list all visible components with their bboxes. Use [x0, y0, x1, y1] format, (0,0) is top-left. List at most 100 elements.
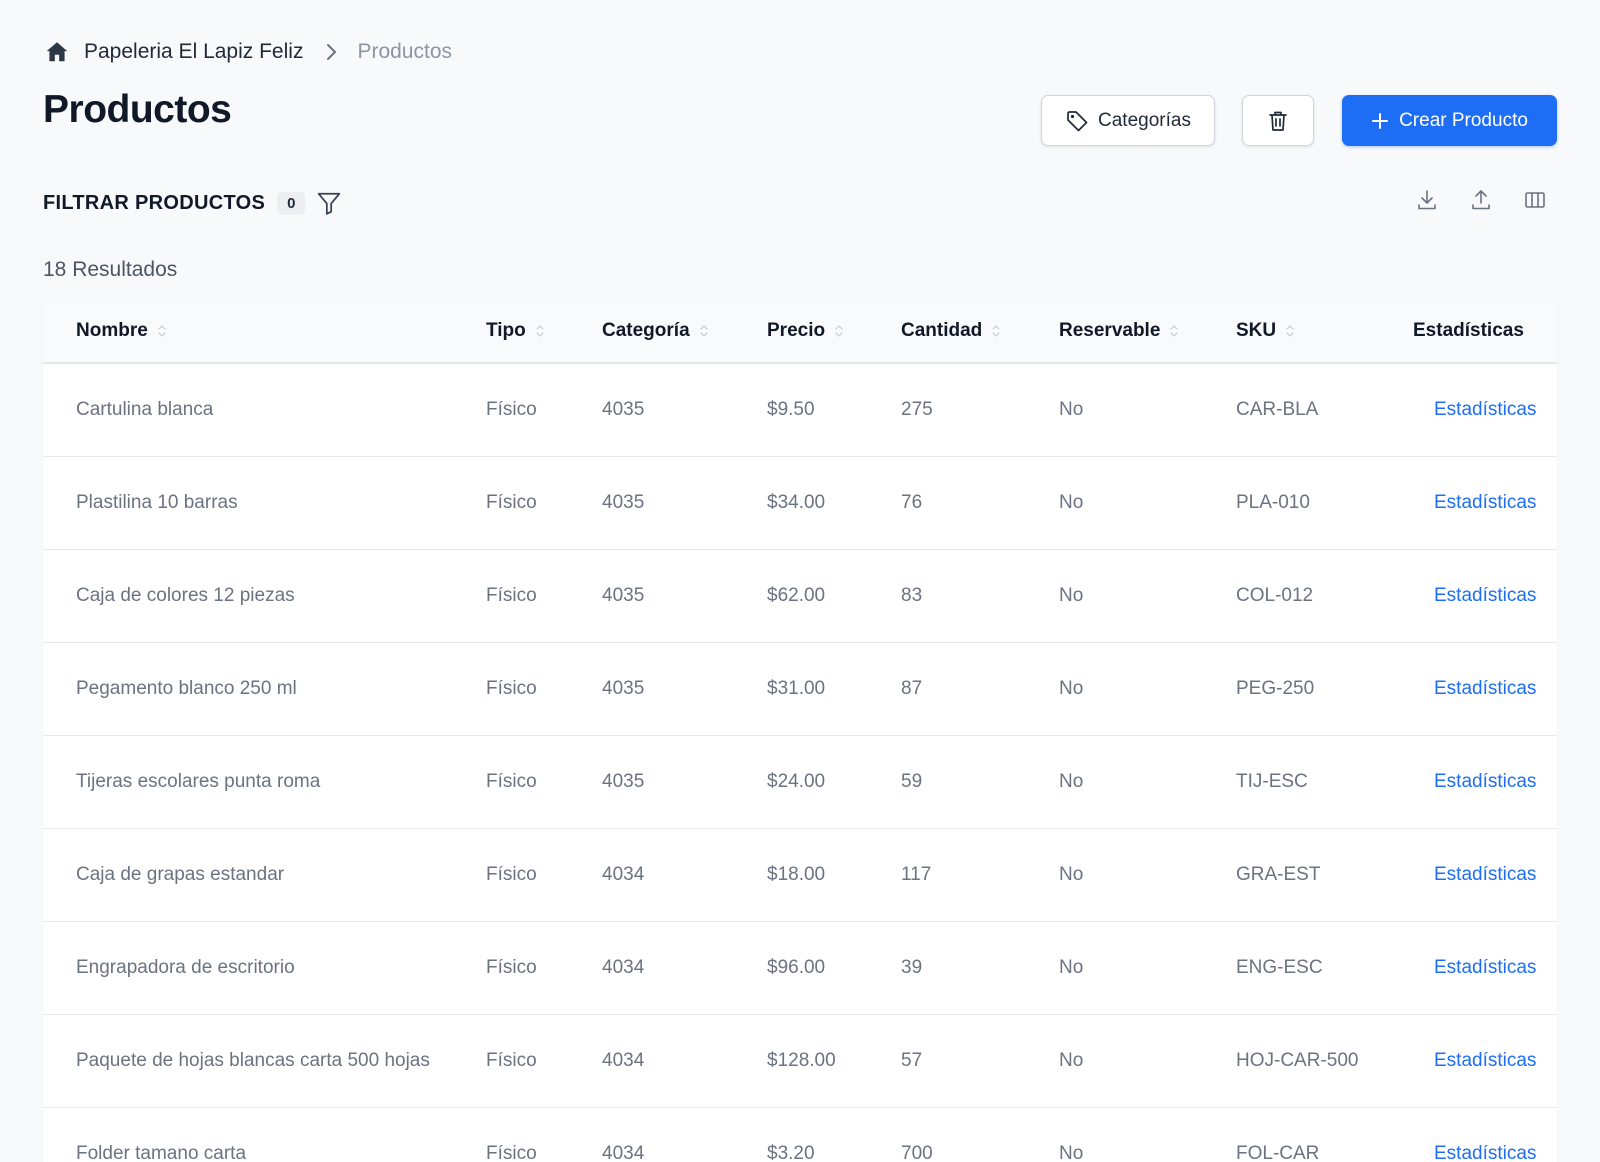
cell-categoria: 4034 [602, 1142, 645, 1162]
cell-sku: HOJ-CAR-500 [1236, 1049, 1359, 1071]
column-header-cantidad[interactable]: Cantidad [901, 300, 1059, 363]
stats-link[interactable]: Estadísticas [1413, 1014, 1557, 1107]
cell-nombre: Engrapadora de escritorio [76, 956, 295, 978]
cell-cantidad: 87 [901, 677, 923, 699]
cell-tipo: Físico [486, 398, 537, 420]
cell-cantidad: 57 [901, 1049, 923, 1071]
cell-reservable: No [1059, 863, 1084, 885]
cell-sku: CAR-BLA [1236, 398, 1319, 420]
filter-title[interactable]: FILTRAR PRODUCTOS [43, 192, 265, 215]
cell-categoria: 4035 [602, 398, 645, 420]
cell-precio: $128.00 [767, 1049, 836, 1071]
cell-nombre: Caja de colores 12 piezas [76, 584, 295, 606]
trash-icon [1266, 109, 1290, 133]
filter-icon[interactable] [316, 190, 342, 216]
cell-nombre: Pegamento blanco 250 ml [76, 677, 297, 699]
cell-tipo: Físico [486, 863, 537, 885]
stats-link[interactable]: Estadísticas [1413, 642, 1557, 735]
column-header-nombre[interactable]: Nombre [43, 300, 486, 363]
stats-link[interactable]: Estadísticas [1413, 456, 1557, 549]
cell-categoria: 4034 [602, 863, 645, 885]
sort-icon[interactable] [835, 324, 843, 338]
stats-link[interactable]: Estadísticas [1413, 921, 1557, 1014]
upload-icon[interactable] [1469, 188, 1493, 212]
delete-button[interactable] [1242, 95, 1314, 146]
cell-cantidad: 39 [901, 956, 923, 978]
column-header-label: SKU [1236, 320, 1277, 341]
column-header-categoria[interactable]: Categoría [602, 300, 767, 363]
cell-sku: PEG-250 [1236, 677, 1315, 699]
cell-tipo: Físico [486, 1142, 537, 1162]
sort-icon[interactable] [1286, 324, 1294, 338]
cell-tipo: Físico [486, 770, 537, 792]
stats-link[interactable]: Estadísticas [1413, 1107, 1557, 1162]
column-header-label: Precio [767, 320, 826, 341]
sort-icon[interactable] [1170, 324, 1179, 338]
table-row[interactable]: Pegamento blanco 250 ml Físico 4035 $31.00 8… [43, 642, 1557, 735]
breadcrumb-store-link[interactable]: Papeleria El Lapiz Feliz [84, 40, 303, 64]
column-header-tipo[interactable]: Tipo [486, 300, 602, 363]
cell-tipo: Físico [486, 677, 537, 699]
plus-icon [1371, 112, 1389, 130]
table-row[interactable]: Paquete de hojas blancas carta 500 hojas… [43, 1014, 1557, 1107]
table-row[interactable]: Plastilina 10 barras Físico 4035 $34.00 76 No… [43, 456, 1557, 549]
cell-nombre: Plastilina 10 barras [76, 491, 238, 513]
cell-categoria: 4035 [602, 677, 645, 699]
sort-icon[interactable] [992, 324, 1000, 338]
table-row[interactable]: Engrapadora de escritorio Físico 4034 $96.0… [43, 921, 1557, 1014]
create-product-label: Crear Producto [1399, 109, 1528, 131]
cell-reservable: No [1059, 398, 1084, 420]
cell-categoria: 4035 [602, 770, 645, 792]
cell-reservable: No [1059, 770, 1084, 792]
cell-cantidad: 700 [901, 1142, 933, 1162]
table-row[interactable]: Tijeras escolares punta roma Físico 4035 $2… [43, 735, 1557, 828]
tag-icon [1065, 109, 1089, 133]
column-header-estadisticas[interactable]: Estadísticas [1413, 300, 1557, 363]
cell-categoria: 4034 [602, 956, 645, 978]
cell-precio: $96.00 [767, 956, 826, 978]
column-header-sku[interactable]: SKU [1236, 300, 1413, 363]
cell-precio: $34.00 [767, 491, 826, 513]
cell-reservable: No [1059, 1049, 1084, 1071]
stats-link[interactable]: Estadísticas [1413, 828, 1557, 921]
products-table: Nombre Tipo Categoría Precio Cantidad Reserva… [43, 300, 1557, 1162]
categories-button-label: Categorías [1098, 109, 1191, 131]
table-header-row: Nombre Tipo Categoría Precio Cantidad Reserva… [43, 300, 1557, 363]
column-header-label: Cantidad [901, 320, 983, 341]
column-header-reservable[interactable]: Reservable [1059, 300, 1236, 363]
table-row[interactable]: Caja de colores 12 piezas Físico 4035 $62.0… [43, 549, 1557, 642]
cell-precio: $3.20 [767, 1142, 815, 1162]
cell-tipo: Físico [486, 1049, 537, 1071]
cell-cantidad: 59 [901, 770, 923, 792]
column-header-label: Categoría [602, 320, 690, 341]
stats-link[interactable]: Estadísticas [1413, 735, 1557, 828]
categories-button[interactable]: Categorías [1041, 95, 1215, 146]
cell-categoria: 4034 [602, 1049, 645, 1071]
cell-precio: $9.50 [767, 398, 815, 420]
sort-icon[interactable] [536, 324, 544, 338]
column-header-label: Tipo [486, 320, 526, 341]
cell-sku: ENG-ESC [1236, 956, 1323, 978]
home-icon[interactable] [44, 39, 70, 65]
chevron-right-icon [325, 43, 337, 61]
filter-bar: FILTRAR PRODUCTOS 0 [43, 188, 342, 218]
cell-precio: $18.00 [767, 863, 826, 885]
create-product-button[interactable]: Crear Producto [1342, 95, 1557, 146]
columns-icon[interactable] [1523, 188, 1547, 212]
cell-reservable: No [1059, 1142, 1084, 1162]
cell-tipo: Físico [486, 956, 537, 978]
sort-icon[interactable] [158, 324, 166, 338]
cell-precio: $24.00 [767, 770, 826, 792]
table-row[interactable]: Cartulina blanca Físico 4035 $9.50 275 No CAR-… [43, 363, 1557, 456]
column-header-label: Reservable [1059, 320, 1161, 341]
table-row[interactable]: Folder tamano carta Físico 4034 $3.20 700 No F… [43, 1107, 1557, 1162]
column-header-precio[interactable]: Precio [767, 300, 901, 363]
cell-nombre: Caja de grapas estandar [76, 863, 285, 885]
table-row[interactable]: Caja de grapas estandar Físico 4034 $18.00 1… [43, 828, 1557, 921]
download-icon[interactable] [1415, 188, 1439, 212]
cell-reservable: No [1059, 491, 1084, 513]
cell-nombre: Tijeras escolares punta roma [76, 770, 321, 792]
stats-link[interactable]: Estadísticas [1413, 363, 1557, 456]
stats-link[interactable]: Estadísticas [1413, 549, 1557, 642]
sort-icon[interactable] [700, 324, 708, 338]
